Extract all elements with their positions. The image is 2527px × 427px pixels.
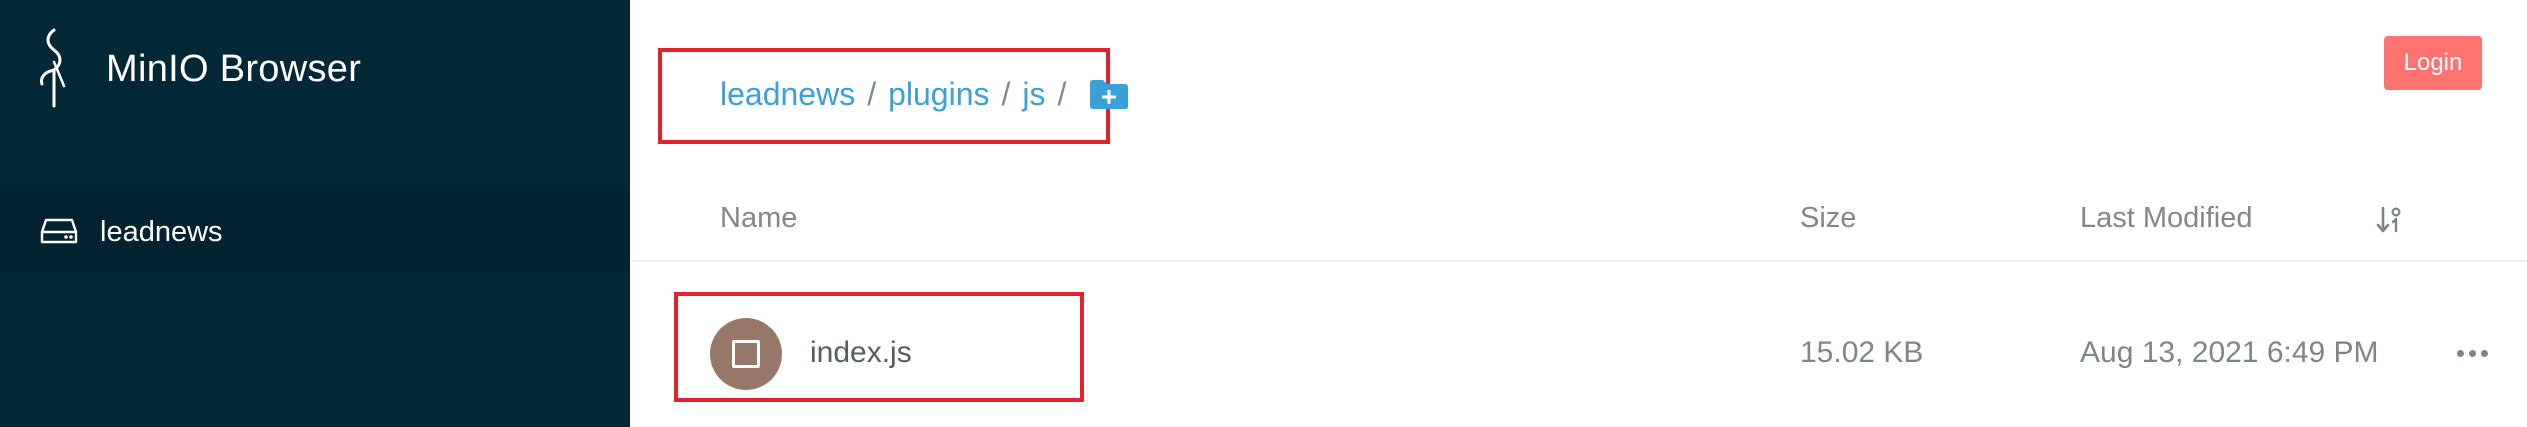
breadcrumb-separator: / xyxy=(1057,75,1067,112)
file-name[interactable]: index.js xyxy=(810,336,912,370)
breadcrumb-item-leadnews[interactable]: leadnews xyxy=(720,76,855,113)
login-button[interactable]: Login xyxy=(2384,36,2482,90)
breadcrumb-separator: / xyxy=(1001,75,1011,112)
more-actions-icon[interactable] xyxy=(2450,336,2494,370)
table-header-divider xyxy=(630,260,2527,262)
app-title: MinIO Browser xyxy=(106,48,362,90)
sidebar: MinIO Browser leadnews xyxy=(0,0,630,427)
column-header-name[interactable]: Name xyxy=(720,202,797,235)
column-header-last-modified[interactable]: Last Modified xyxy=(2080,202,2253,235)
file-last-modified: Aug 13, 2021 6:49 PM xyxy=(2080,336,2379,369)
sidebar-item-leadnews[interactable]: leadnews xyxy=(0,190,630,272)
sort-icon[interactable] xyxy=(2374,204,2406,236)
breadcrumb-item-js[interactable]: js xyxy=(1022,76,1045,113)
file-icon[interactable] xyxy=(710,318,782,390)
main-content: leadnews / plugins / js / Login Name Siz… xyxy=(630,0,2527,427)
breadcrumb-item-plugins[interactable]: plugins xyxy=(888,76,989,113)
breadcrumb: leadnews / plugins / js / xyxy=(720,72,1130,116)
file-size: 15.02 KB xyxy=(1800,336,1924,369)
minio-logo-icon xyxy=(40,28,66,108)
column-header-size[interactable]: Size xyxy=(1800,202,1856,235)
folder-plus-icon[interactable] xyxy=(1088,78,1130,110)
sidebar-item-label: leadnews xyxy=(100,216,223,248)
hard-drive-icon xyxy=(40,218,78,244)
breadcrumb-separator: / xyxy=(867,75,877,112)
